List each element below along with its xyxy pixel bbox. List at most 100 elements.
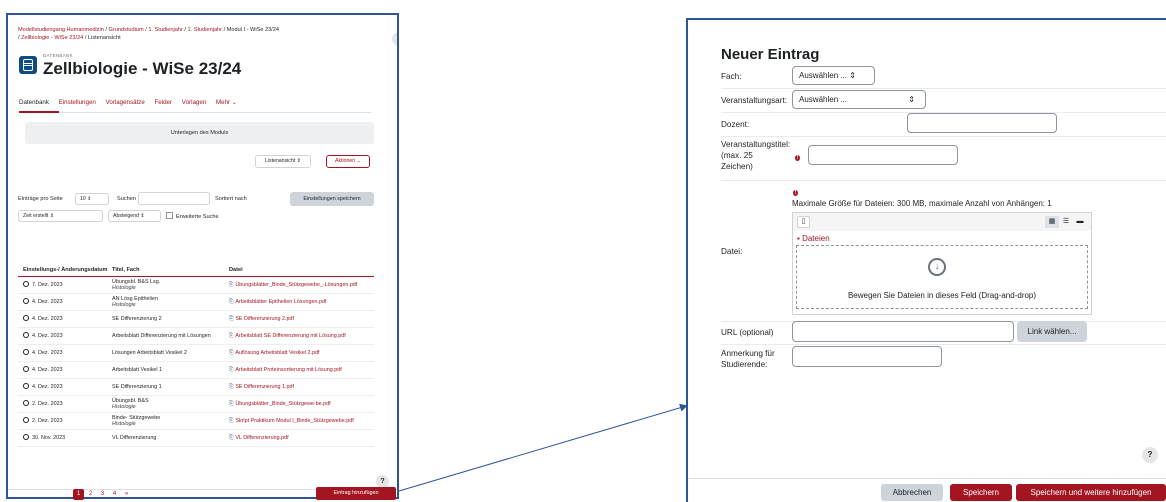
entry-file-link[interactable]: Arbeitsblätter Epithelien Lösungen.pdf <box>235 299 326 305</box>
file-cell[interactable]: ⎘ VL Differenzierung.pdf <box>229 429 374 447</box>
page-link[interactable]: 4 <box>109 489 120 500</box>
required-icon: ! <box>795 155 800 161</box>
file-cell[interactable]: ⎘ Auflösung Arbeitsblatt Vesikel 2.pdf <box>229 344 374 362</box>
entry-file-link[interactable]: SE Differenzierung 1.pdf <box>235 384 294 390</box>
date-cell[interactable]: 4. Dez. 2023 <box>18 344 112 362</box>
date-cell[interactable]: 2. Dez. 2023 <box>18 412 112 430</box>
breadcrumb-item[interactable]: Zellbiologie - WiSe 23/24 <box>21 35 83 41</box>
breadcrumb-item[interactable]: 1. Studienjahr <box>148 27 183 33</box>
date-cell[interactable]: 7. Dez. 2023 <box>18 276 112 294</box>
search-input[interactable] <box>138 192 210 205</box>
search-icon[interactable] <box>23 349 29 356</box>
fach-label: Fach: <box>721 72 742 81</box>
tab-vorlagen[interactable]: Vorlagen <box>182 99 206 106</box>
tab-datenbank[interactable]: Datenbank <box>19 99 49 106</box>
title-cell: VL Differenzierung <box>112 429 229 447</box>
search-icon[interactable] <box>23 281 29 288</box>
folder-path[interactable]: ▪ Dateien <box>797 234 830 243</box>
save-settings-button[interactable]: Einstellungen speichern <box>290 192 374 206</box>
breadcrumb-item[interactable]: Modellstudiengang Humanmedizin <box>18 27 104 33</box>
file-cell[interactable]: ⎘ Arbeitsblatt SE Differenzierung mit Lös… <box>229 327 374 345</box>
column-header-title: Titel, Fach <box>112 253 229 277</box>
date-cell[interactable]: 2. Dez. 2023 <box>18 395 112 413</box>
search-icon[interactable] <box>23 366 29 373</box>
file-cell[interactable]: ⎘ Übungsblätter_Binde_Stützgewe-be.pdf <box>229 395 374 413</box>
veranstaltungsart-value: Auswählen ... <box>799 95 848 104</box>
advanced-search-toggle[interactable]: Erweiterte Suche <box>166 212 219 220</box>
breadcrumb-item[interactable]: 1. Studienjahr <box>188 27 223 33</box>
tree-view-icon[interactable]: ▬ <box>1073 216 1087 228</box>
date-cell[interactable]: 4. Dez. 2023 <box>18 361 112 379</box>
search-icon[interactable] <box>23 434 29 441</box>
file-limit-info: Maximale Größe für Dateien: 300 MB, maxi… <box>792 199 1052 208</box>
pagination: 1 2 3 4» <box>73 489 133 500</box>
entry-file-link[interactable]: SE Differenzierung 2.pdf <box>235 316 294 322</box>
add-file-icon[interactable]: ▯ <box>797 216 810 228</box>
file-cell[interactable]: ⎘ Arbeitsblatt Proteinsortierung mit Lösu… <box>229 361 374 379</box>
column-header-date[interactable]: Einstellungs-/ Änderungsdatum <box>18 253 112 277</box>
anmerkung-input[interactable] <box>792 346 942 367</box>
per-page-select[interactable]: 10 ⇕ <box>75 193 109 205</box>
file-cell[interactable]: ⎘ Übungsblätter_Binde_Stützgewebe_-Lösung… <box>229 276 374 294</box>
entry-title: Lösungen Arbeitsblatt Vesikel 2 <box>112 349 187 356</box>
date-cell[interactable]: 4. Dez. 2023 <box>18 327 112 345</box>
page-link[interactable]: 1 <box>73 489 84 500</box>
form-title: Neuer Eintrag <box>721 46 820 63</box>
tab-vorlagensaetze[interactable]: Vorlagensätze <box>106 99 145 106</box>
file-cell[interactable]: ⎘ SE Differenzierung 2.pdf <box>229 310 374 328</box>
entry-file-link[interactable]: Arbeitsblatt Proteinsortierung mit Lösun… <box>235 367 341 373</box>
date-cell[interactable]: 30. Nov. 2023 <box>18 429 112 447</box>
date-cell[interactable]: 4. Dez. 2023 <box>18 378 112 396</box>
title-cell: SE Differenzierung 1 <box>112 378 229 396</box>
search-icon[interactable] <box>23 332 29 339</box>
dozent-input[interactable] <box>907 113 1057 133</box>
entry-file-link[interactable]: Arbeitsblatt SE Differenzierung mit Lösu… <box>235 333 345 339</box>
add-entry-button[interactable]: Eintrag hinzufügen <box>316 487 396 500</box>
entry-file-link[interactable]: Übungsblätter_Binde_Stützgewe-be.pdf <box>235 401 330 407</box>
entry-file-link[interactable]: Auflösung Arbeitsblatt Vesikel 2.pdf <box>235 350 319 356</box>
url-input[interactable] <box>792 321 1014 342</box>
breadcrumb-item[interactable]: Grundstudium <box>109 27 144 33</box>
page-link[interactable]: 3 <box>97 489 108 500</box>
search-icon[interactable] <box>23 298 29 305</box>
titel-input[interactable] <box>808 145 958 165</box>
entry-file-link[interactable]: VL Differenzierung.pdf <box>235 435 288 441</box>
list-view-icon[interactable]: ☰ <box>1059 216 1073 228</box>
sort-order-select[interactable]: Absteigend ⇕ <box>108 210 161 222</box>
tab-einstellungen[interactable]: Einstellungen <box>59 99 96 106</box>
entry-date: 7. Dez. 2023 <box>32 282 63 289</box>
row-divider <box>721 88 1166 89</box>
tab-mehr[interactable]: Mehr ⌄ <box>216 99 237 106</box>
fach-select[interactable]: Auswählen ... ⇕ <box>792 66 875 85</box>
actions-button[interactable]: Aktionen ⌄ <box>326 155 370 168</box>
next-page-link[interactable]: » <box>121 489 132 500</box>
date-cell[interactable]: 4. Dez. 2023 <box>18 310 112 328</box>
grid-view-icon[interactable]: ▦ <box>1045 216 1059 228</box>
entry-file-link[interactable]: Übungsblätter_Binde_Stützgewebe_-Lösunge… <box>235 282 357 288</box>
tab-felder[interactable]: Felder <box>155 99 173 106</box>
file-cell[interactable]: ⎘ Arbeitsblätter Epithelien Lösungen.pdf <box>229 293 374 311</box>
page-link[interactable]: 2 <box>85 489 96 500</box>
file-cell[interactable]: ⎘ Skript Praktikum Modul I_Binde_Stützgew… <box>229 412 374 430</box>
search-icon[interactable] <box>23 400 29 407</box>
sort-field-select[interactable]: Zeit erstellt ⇕ <box>18 210 103 222</box>
view-select[interactable]: Listenansicht ⇕ <box>255 155 311 168</box>
save-button[interactable]: Speichern <box>950 484 1012 501</box>
cancel-button[interactable]: Abbrechen <box>881 484 943 501</box>
search-icon[interactable] <box>23 383 29 390</box>
entry-file-link[interactable]: Skript Praktikum Modul I_Binde_Stützgewe… <box>235 418 353 424</box>
file-cell[interactable]: ⎘ SE Differenzierung 1.pdf <box>229 378 374 396</box>
veranstaltungsart-select[interactable]: Auswählen ... ⇕ <box>792 90 926 109</box>
breadcrumb-item[interactable]: Modul I - WiSe 23/24 <box>227 27 279 33</box>
save-and-add-button[interactable]: Speichern und weitere hinzufügen <box>1016 484 1166 501</box>
link-choose-button[interactable]: Link wählen... <box>1017 321 1087 342</box>
drop-zone[interactable]: ↓ Bewegen Sie Dateien in dieses Feld (Dr… <box>796 245 1088 309</box>
checkbox-icon[interactable] <box>166 212 173 219</box>
entries-table: Einstellungs-/ Änderungsdatum Titel, Fac… <box>18 253 374 447</box>
date-cell[interactable]: 4. Dez. 2023 <box>18 293 112 311</box>
drawer-toggle-button[interactable]: ‹ <box>392 32 397 46</box>
search-icon[interactable] <box>23 315 29 322</box>
search-icon[interactable] <box>23 417 29 424</box>
help-button[interactable]: ? <box>1142 447 1158 463</box>
entry-date: 4. Dez. 2023 <box>32 350 63 357</box>
